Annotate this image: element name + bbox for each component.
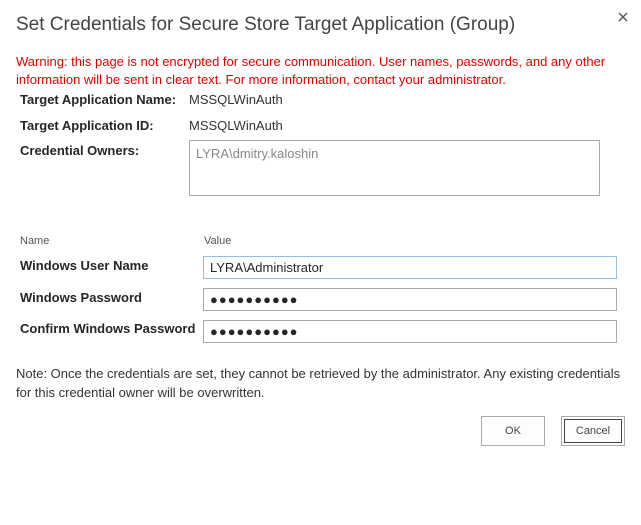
windows-password-input[interactable] [203,288,617,311]
confirm-windows-password-label: Confirm Windows Password [20,321,196,336]
windows-user-name-label: Windows User Name [20,258,149,273]
dialog-title: Set Credentials for Secure Store Target … [16,14,516,35]
windows-password-label: Windows Password [20,290,142,305]
target-app-id-value: MSSQLWinAuth [189,118,283,133]
value-column-header: Value [204,235,232,247]
name-column-header: Name [20,235,50,247]
target-app-name-value: MSSQLWinAuth [189,92,283,107]
cancel-button[interactable]: Cancel [561,416,625,446]
ok-button[interactable]: OK [481,416,545,446]
credentials-dialog: Set Credentials for Secure Store Target … [0,0,641,525]
target-app-name-label: Target Application Name: [20,92,177,107]
close-icon [618,12,628,22]
credential-owners-label: Credential Owners: [20,143,140,158]
confirm-windows-password-input[interactable] [203,320,617,343]
target-app-id-label: Target Application ID: [20,118,154,133]
close-button[interactable] [614,8,632,26]
security-warning: Warning: this page is not encrypted for … [16,54,606,87]
overwrite-note: Note: Once the credentials are set, they… [16,366,621,400]
windows-user-name-input[interactable] [203,256,617,279]
credential-owners-box: LYRA\dmitry.kaloshin [189,140,600,196]
